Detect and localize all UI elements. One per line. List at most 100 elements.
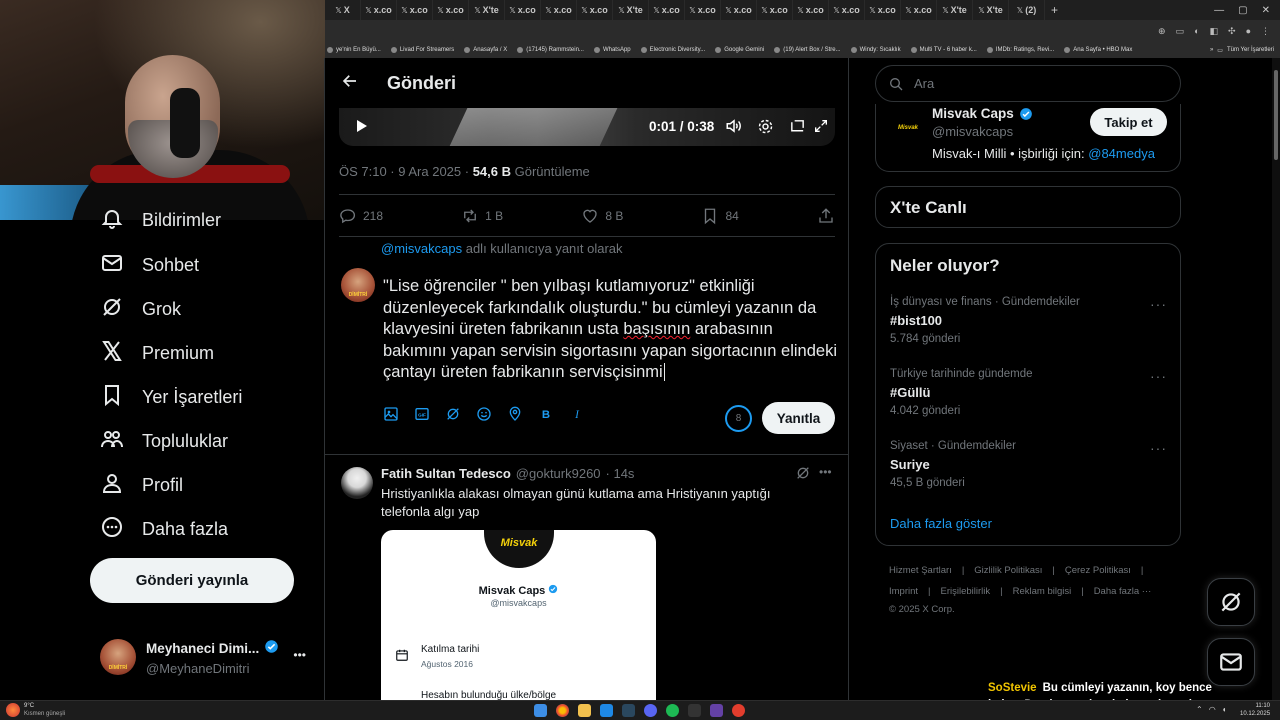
trend-item[interactable]: Türkiye tarihinde gündemde #Güllü 4.042 … bbox=[890, 368, 1175, 417]
reply-action[interactable]: 218 bbox=[339, 207, 383, 225]
tweet-author-handle[interactable]: @gokturk9260 bbox=[516, 466, 601, 481]
sidebar-item-yer-i-aretleri[interactable]: Yer İşaretleri bbox=[100, 382, 242, 412]
clock-time[interactable]: 11:10 bbox=[1240, 702, 1270, 710]
minimize-icon[interactable]: — bbox=[1214, 5, 1224, 16]
scrollbar-thumb[interactable] bbox=[1274, 70, 1278, 160]
discord-icon[interactable] bbox=[644, 704, 657, 717]
browser-tab[interactable]: 𝕏x.co bbox=[829, 0, 865, 20]
bookmarks-more[interactable]: » bbox=[1210, 47, 1213, 53]
sidebar-item-premium[interactable]: Premium bbox=[100, 338, 214, 368]
repost-action[interactable]: 1 B bbox=[461, 207, 503, 225]
footer-imprint[interactable]: Imprint bbox=[889, 586, 918, 597]
spotify-icon[interactable] bbox=[666, 704, 679, 717]
like-action[interactable]: 8 B bbox=[581, 207, 623, 225]
extension-icon[interactable]: ◐ bbox=[1194, 26, 1199, 36]
all-bookmarks[interactable]: Tüm Yer İşaretleri bbox=[1227, 47, 1274, 53]
trend-item[interactable]: Siyaset · Gündemdekiler Suriye 45,5 B gö… bbox=[890, 440, 1175, 489]
post-button[interactable]: Gönderi yayınla bbox=[90, 558, 294, 603]
follow-name[interactable]: Misvak Caps bbox=[932, 106, 1014, 121]
sidebar-item-profil[interactable]: Profil bbox=[100, 470, 183, 500]
image-icon[interactable] bbox=[383, 406, 399, 427]
bookmark-item[interactable]: Windy: Sıcaklık bbox=[850, 47, 901, 53]
fullscreen-icon[interactable] bbox=[813, 106, 829, 146]
tweet-author-name[interactable]: Fatih Sultan Tedesco bbox=[381, 466, 511, 481]
extensions-puzzle-icon[interactable]: ✣ bbox=[1228, 26, 1236, 37]
browser-tab[interactable]: 𝕏 (2) bbox=[1009, 0, 1045, 20]
emoji-icon[interactable] bbox=[476, 406, 492, 427]
browser-tab[interactable]: 𝕏x.co bbox=[721, 0, 757, 20]
avatar[interactable] bbox=[341, 467, 373, 499]
sidebar-item-daha-fazla[interactable]: Daha fazla bbox=[100, 514, 228, 544]
browser-tab[interactable]: 𝕏x.co bbox=[649, 0, 685, 20]
tweet-time[interactable]: · 14s bbox=[606, 466, 635, 481]
bookmark-item[interactable]: Ana Sayfa • HBO Max bbox=[1064, 47, 1132, 53]
gif-icon[interactable]: GIF bbox=[414, 406, 430, 427]
close-window-icon[interactable]: ✕ bbox=[1262, 5, 1270, 16]
back-arrow-icon[interactable] bbox=[341, 72, 359, 95]
post-timestamp[interactable]: ÖS 7:10 · 9 Ara 2025 · bbox=[339, 164, 469, 179]
grok-fab[interactable] bbox=[1207, 578, 1255, 626]
browser-tab[interactable]: 𝕏x.co bbox=[865, 0, 901, 20]
location-icon[interactable] bbox=[507, 406, 523, 427]
browser-tab[interactable]: 𝕏x.co bbox=[541, 0, 577, 20]
browser-tab[interactable]: 𝕏 X'te bbox=[613, 0, 649, 20]
speaker-icon[interactable]: ◖ bbox=[1222, 705, 1227, 714]
picture-in-picture-icon[interactable] bbox=[789, 106, 806, 146]
trend-more-icon[interactable]: ··· bbox=[1150, 368, 1167, 384]
obs-icon[interactable] bbox=[732, 704, 745, 717]
start-icon[interactable] bbox=[534, 704, 547, 717]
steam-icon[interactable] bbox=[622, 704, 635, 717]
maximize-icon[interactable]: ▢ bbox=[1238, 5, 1247, 16]
play-icon[interactable] bbox=[353, 106, 369, 146]
reply-textarea[interactable]: "Lise öğrenciler " ben yılbaşı kutlamıyo… bbox=[383, 276, 837, 384]
follow-button[interactable]: Takip et bbox=[1090, 108, 1167, 136]
browser-tab[interactable]: 𝕏x.co bbox=[757, 0, 793, 20]
show-more-link[interactable]: Daha fazla göster bbox=[890, 516, 992, 531]
browser-tab[interactable]: 𝕏x.co bbox=[901, 0, 937, 20]
reply-tweet[interactable]: Fatih Sultan Tedesco @gokturk9260 · 14s … bbox=[325, 454, 848, 700]
cast-icon[interactable]: ▭ bbox=[1176, 26, 1185, 37]
live-panel[interactable]: X'te Canlı bbox=[875, 186, 1181, 228]
follow-bio-link[interactable]: @84medya bbox=[1088, 146, 1155, 161]
grok-tweet-icon[interactable] bbox=[795, 465, 811, 486]
file-explorer-icon[interactable] bbox=[578, 704, 591, 717]
search-input[interactable]: Ara bbox=[875, 65, 1181, 102]
footer-terms[interactable]: Hizmet Şartları bbox=[889, 565, 952, 576]
bookmark-item[interactable]: Google Gemini bbox=[715, 47, 764, 53]
wifi-icon[interactable]: ◠ bbox=[1209, 705, 1216, 714]
settings-gear-icon[interactable] bbox=[757, 106, 774, 146]
bookmark-item[interactable]: IMDb: Ratings, Revi... bbox=[986, 47, 1054, 53]
footer-cookies[interactable]: Çerez Politikası bbox=[1065, 565, 1131, 576]
footer-more[interactable]: Daha fazla ··· bbox=[1094, 586, 1152, 597]
grok-compose-icon[interactable] bbox=[445, 406, 461, 427]
bookmark-item[interactable]: (17145) Rammstein... bbox=[517, 47, 584, 53]
italic-icon[interactable]: I bbox=[569, 406, 585, 427]
zoom-icon[interactable]: ⊕ bbox=[1158, 26, 1166, 37]
reply-to-handle[interactable]: @misvakcaps bbox=[381, 241, 462, 256]
epic-games-icon[interactable] bbox=[688, 704, 701, 717]
tweet-more-icon[interactable]: ••• bbox=[819, 465, 832, 479]
browser-tab[interactable]: 𝕏 X'te bbox=[937, 0, 973, 20]
bookmark-item[interactable]: Anasayfa / X bbox=[464, 47, 507, 53]
browser-tab[interactable]: 𝕏x.co bbox=[433, 0, 469, 20]
account-more-icon[interactable]: ••• bbox=[293, 648, 306, 662]
weather-icon[interactable] bbox=[6, 703, 20, 717]
compose-avatar[interactable]: DİMİTRİ bbox=[341, 268, 375, 302]
trend-item[interactable]: İş dünyası ve finans · Gündemdekiler #bi… bbox=[890, 296, 1175, 345]
menu-icon[interactable]: ⋮ bbox=[1261, 26, 1270, 37]
clock-date[interactable]: 10.12.2025 bbox=[1240, 710, 1270, 718]
bookmark-item[interactable]: Multi TV - 6 haber k... bbox=[910, 47, 977, 53]
sidebar-item-grok[interactable]: Grok bbox=[100, 294, 181, 324]
avatar[interactable]: Misvak bbox=[892, 112, 924, 144]
browser-tab[interactable]: 𝕏X bbox=[325, 0, 361, 20]
browser-tab[interactable]: 𝕏x.co bbox=[397, 0, 433, 20]
sidebar-item-sohbet[interactable]: Sohbet bbox=[100, 250, 199, 280]
profile-icon-browser[interactable]: ● bbox=[1246, 26, 1251, 36]
browser-tab[interactable]: 𝕏 X'te bbox=[469, 0, 505, 20]
bold-icon[interactable]: B bbox=[538, 406, 554, 427]
browser-tab[interactable]: 𝕏x.co bbox=[361, 0, 397, 20]
sidepanel-icon[interactable]: ◧ bbox=[1210, 26, 1219, 37]
bookmark-item[interactable]: Livad For Streamers bbox=[390, 47, 454, 53]
edge-icon[interactable] bbox=[600, 704, 613, 717]
browser-tab[interactable]: 𝕏x.co bbox=[685, 0, 721, 20]
